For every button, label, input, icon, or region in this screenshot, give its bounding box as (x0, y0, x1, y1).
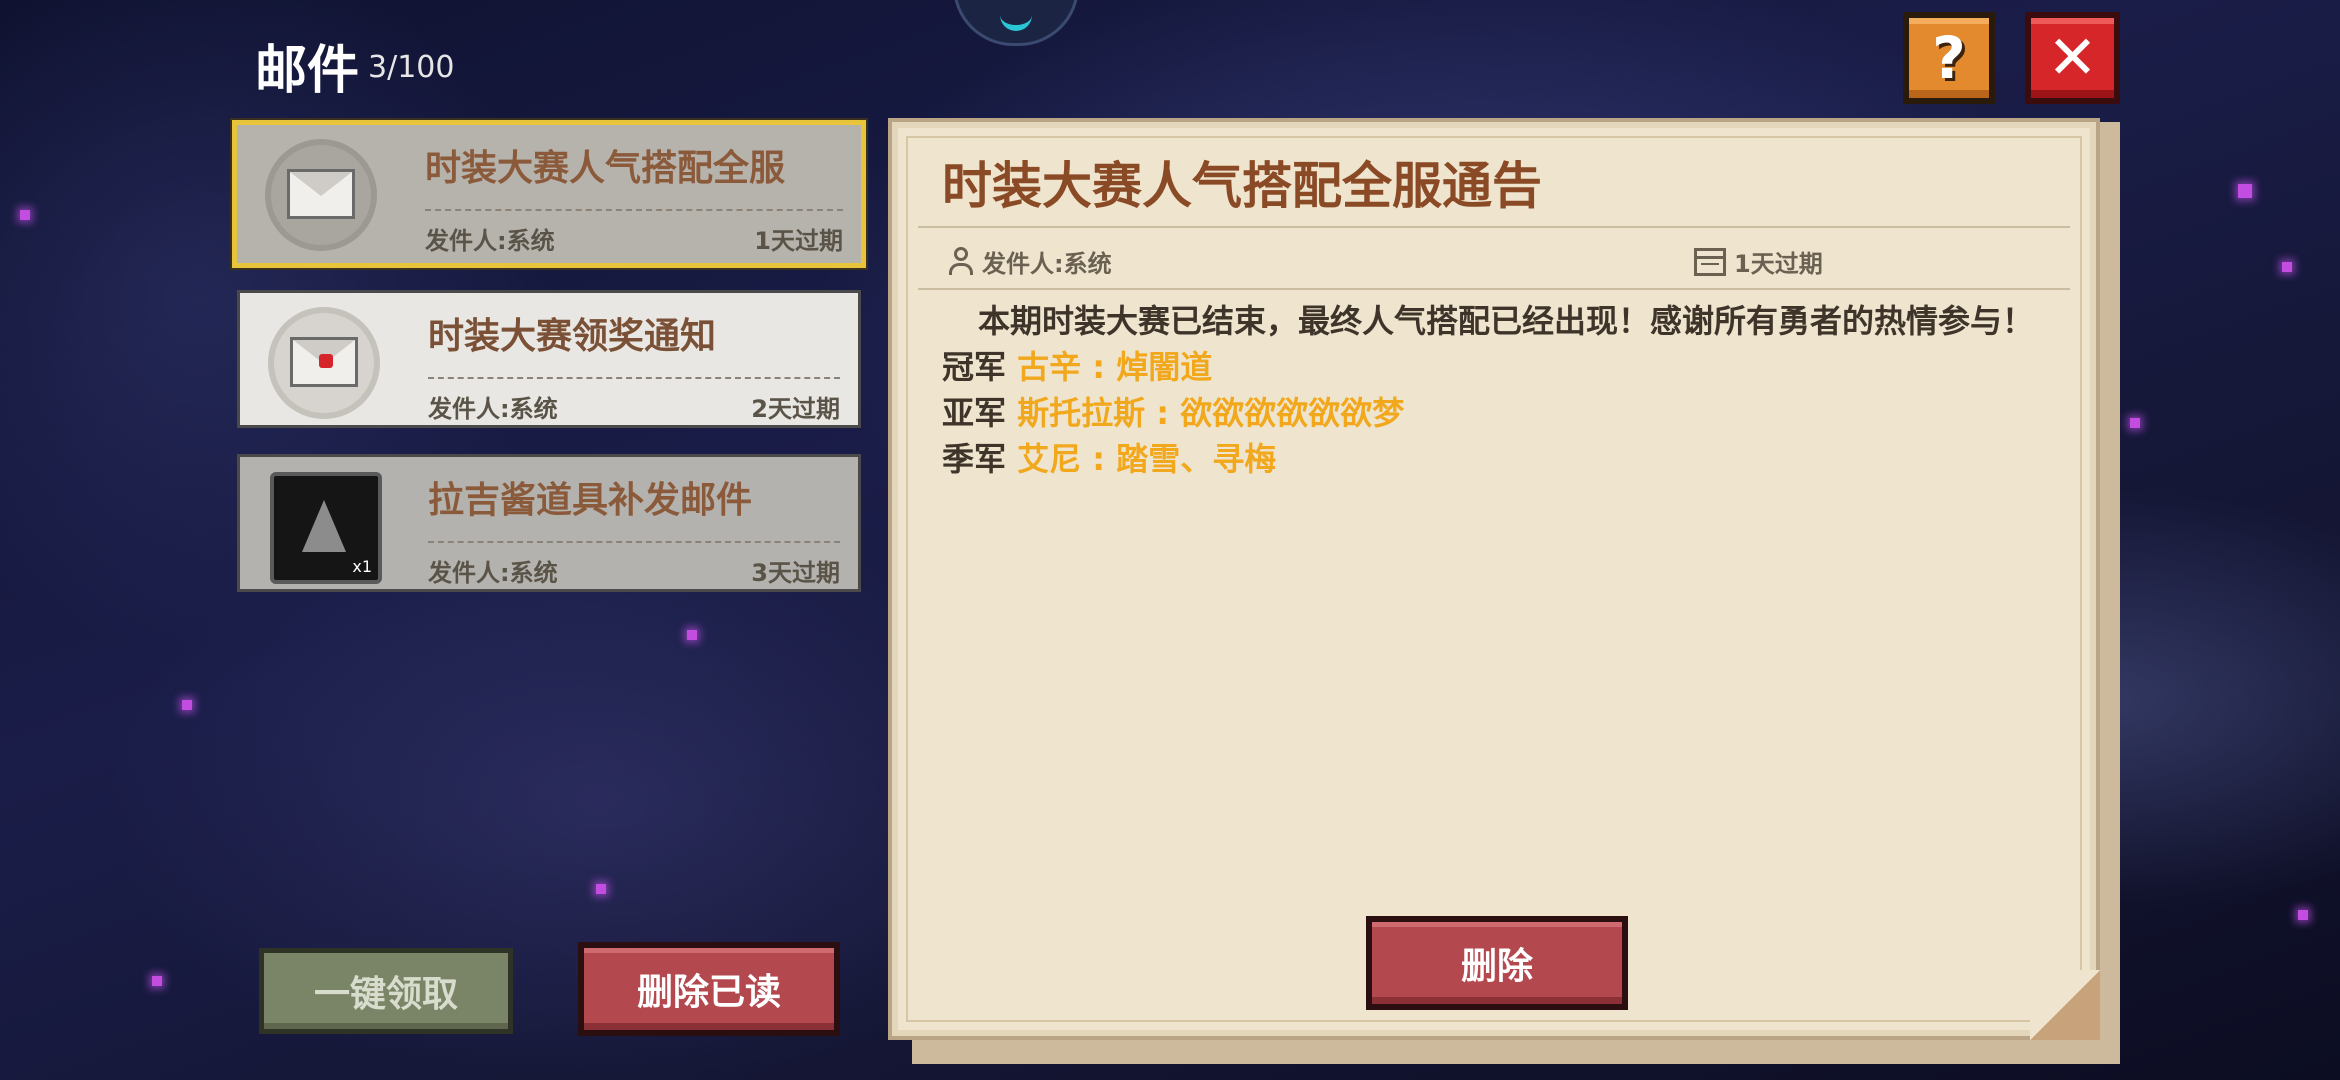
page-curl (2030, 970, 2100, 1040)
mail-sender: 发件人:系统 (428, 559, 558, 587)
item-quantity: x1 (352, 557, 372, 576)
ranking-winner: 古辛 : 焯闇道 (1017, 348, 1213, 386)
divider (428, 541, 840, 543)
star-decoration (2298, 910, 2308, 920)
mail-list-item[interactable]: 时装大赛人气搭配全服 发件人:系统 1天过期 (230, 118, 868, 270)
star-decoration (2130, 418, 2140, 428)
mail-title: 拉吉酱道具补发邮件 (428, 480, 753, 521)
mail-title: 时装大赛人气搭配全服 (425, 148, 786, 189)
mail-sender: 发件人:系统 (428, 395, 558, 423)
mail-body: 本期时装大赛已结束，最终人气搭配已经出现！感谢所有勇者的热情参与！ 冠军 古辛 … (942, 298, 2052, 482)
close-icon: ✕ (2047, 23, 2098, 93)
star-decoration (20, 210, 30, 220)
mail-list-item[interactable]: x1 拉吉酱道具补发邮件 发件人:系统 3天过期 (237, 454, 861, 592)
ranking-row: 季军 艾尼 : 踏雪、寻梅 (942, 436, 2052, 482)
claim-all-button[interactable]: 一键领取 (259, 948, 513, 1034)
detail-sender-label: 发件人:系统 (982, 250, 1112, 278)
ranking-label: 季军 (942, 440, 1007, 478)
divider (918, 226, 2070, 228)
ranking-row: 亚军 斯托拉斯 : 欲欲欲欲欲欲梦 (942, 390, 2052, 436)
divider (918, 288, 2070, 290)
star-decoration (687, 630, 697, 640)
detail-expire-label: 1天过期 (1734, 250, 1823, 278)
divider (428, 377, 840, 379)
item-shard-icon: x1 (270, 472, 382, 584)
detail-expire: 1天过期 (1694, 244, 1823, 279)
star-decoration (152, 976, 162, 986)
ranking-winner: 艾尼 : 踏雪、寻梅 (1017, 440, 1277, 478)
star-decoration (2282, 262, 2292, 272)
star-decoration (596, 884, 606, 894)
mail-list-item[interactable]: 时装大赛领奖通知 发件人:系统 2天过期 (237, 290, 861, 428)
question-icon: ? (1932, 24, 1966, 92)
divider (425, 209, 843, 211)
mail-detail-panel: 时装大赛人气搭配全服通告 发件人:系统 1天过期 本期时装大赛已结束，最终人气搭… (888, 118, 2100, 1040)
delete-button[interactable]: 删除 (1366, 916, 1628, 1010)
body-intro: 本期时装大赛已结束，最终人气搭配已经出现！感谢所有勇者的热情参与！ (978, 302, 2035, 340)
ranking-winner: 斯托拉斯 : 欲欲欲欲欲欲梦 (1017, 394, 1405, 432)
ranking-label: 亚军 (942, 394, 1007, 432)
top-ornament (953, 0, 1079, 46)
page-title: 邮件 (255, 41, 360, 101)
detail-sender: 发件人:系统 (948, 244, 1112, 279)
mail-sender: 发件人:系统 (425, 227, 555, 255)
ranking-row: 冠军 古辛 : 焯闇道 (942, 344, 2052, 390)
help-button[interactable]: ? (1903, 12, 1995, 104)
star-decoration (182, 700, 192, 710)
detail-title: 时装大赛人气搭配全服通告 (942, 157, 1542, 215)
mail-count: 3/100 (368, 50, 455, 85)
mail-expire: 3天过期 (751, 559, 840, 587)
person-icon (948, 246, 974, 277)
mail-expire: 1天过期 (754, 227, 843, 255)
delete-read-button[interactable]: 删除已读 (578, 942, 840, 1036)
mail-expire: 2天过期 (751, 395, 840, 423)
close-button[interactable]: ✕ (2025, 12, 2120, 104)
calendar-icon (1694, 247, 1726, 276)
opened-envelope-icon (265, 139, 377, 251)
mail-title: 时装大赛领奖通知 (428, 316, 717, 357)
sealed-envelope-icon (268, 307, 380, 419)
ranking-label: 冠军 (942, 348, 1007, 386)
star-decoration (2238, 184, 2252, 198)
